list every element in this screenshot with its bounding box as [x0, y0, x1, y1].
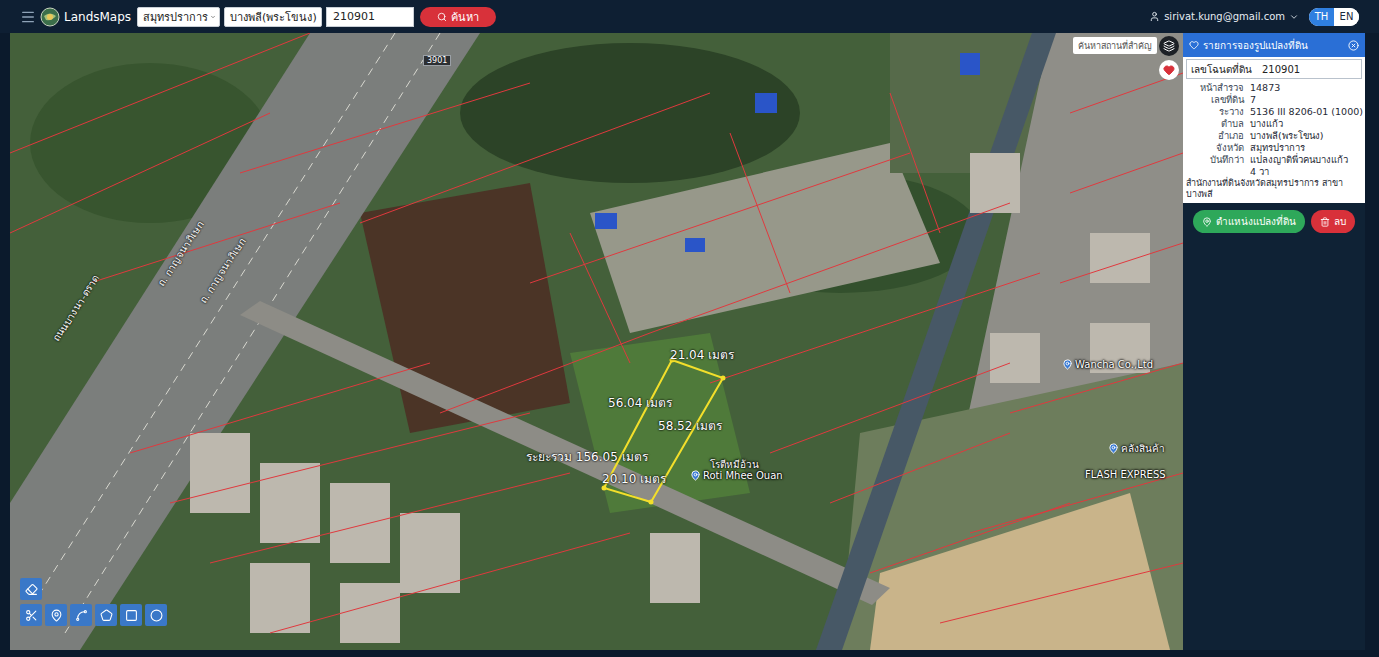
deed-input[interactable]: 210901 [326, 7, 414, 27]
info-row: จังหวัดสมุทรปราการ [1186, 142, 1362, 153]
draw-tool-button[interactable] [70, 604, 92, 626]
chevron-down-icon [1289, 12, 1299, 22]
side-length-label: 20.10 เมตร [602, 469, 666, 488]
top-bar: LandsMaps สมุทรปราการบางพลี(พระโขนง)21090… [0, 0, 1379, 33]
side-length-label: 21.04 เมตร [670, 345, 734, 364]
district-select[interactable]: บางพลี(พระโขนง) [224, 7, 322, 27]
panel-header: รายการจองรูปแปลงที่ดิน [1183, 33, 1365, 57]
logo-icon [40, 7, 60, 27]
chevron-down-icon [210, 12, 216, 22]
menu-button[interactable] [20, 9, 36, 25]
side-length-label: 58.52 เมตร [658, 416, 722, 435]
draw-tool-icon [75, 609, 88, 622]
eraser-icon [25, 583, 38, 596]
draw-tool-icon [125, 609, 138, 622]
draw-tool-icon [50, 609, 63, 622]
heart-icon [1163, 64, 1175, 76]
eraser-button[interactable] [20, 578, 42, 600]
trash-icon [1320, 217, 1330, 227]
draw-tool-icon [100, 609, 113, 622]
place-label: คลังสินค้า [1108, 441, 1165, 456]
search-icon [437, 12, 447, 22]
info-row: ระวาง5136 III 8206-01 (1000) [1186, 106, 1362, 117]
menu-icon [20, 9, 36, 25]
draw-tool-icon [25, 609, 38, 622]
user-menu[interactable]: sirivat.kung@gmail.com [1149, 11, 1299, 22]
province-select[interactable]: สมุทรปราการ [137, 7, 220, 27]
info-row: เลขที่ดิน7 [1186, 94, 1362, 105]
place-pin-icon[interactable] [1062, 359, 1073, 370]
deed-field[interactable]: เลขโฉนดที่ดิน210901 [1186, 59, 1362, 79]
close-icon [1348, 40, 1359, 51]
language-toggle: THEN [1309, 8, 1359, 26]
layers-icon [1163, 40, 1175, 52]
place-label: Wancha Co.,Ltd [1062, 359, 1153, 370]
layers-button[interactable] [1159, 36, 1179, 56]
map-pin-icon [1202, 217, 1212, 227]
draw-tool-button[interactable] [45, 604, 67, 626]
draw-tool-button[interactable] [145, 604, 167, 626]
info-row: อำเภอบางพลี(พระโขนง) [1186, 130, 1362, 141]
locate-button[interactable]: ตำแหน่งแปลงที่ดิน [1193, 210, 1305, 233]
place-search[interactable]: ค้นหาสถานที่สำคัญ [1073, 37, 1157, 54]
place-pin-icon[interactable] [1108, 443, 1119, 454]
delete-button[interactable]: ลบ [1311, 210, 1355, 233]
draw-tool-button[interactable] [120, 604, 142, 626]
side-length-label: 56.04 เมตร [608, 393, 672, 412]
shield-label: 3901 [423, 55, 451, 66]
draw-tool-button[interactable] [95, 604, 117, 626]
info-row: 4 วา [1186, 166, 1362, 177]
user-icon [1149, 11, 1160, 22]
total-distance-label: ระยะรวม 156.05 เมตร [526, 447, 648, 466]
close-button[interactable] [1348, 40, 1359, 51]
brand: LandsMaps [40, 7, 131, 27]
draw-tool-button[interactable] [20, 604, 42, 626]
language-option[interactable]: TH [1309, 8, 1334, 26]
place-pin-icon[interactable] [690, 470, 701, 481]
landsmaps-page: LandsMaps สมุทรปราการบางพลี(พระโขนง)21090… [0, 0, 1379, 657]
info-row: ตำบลบางแก้ว [1186, 118, 1362, 129]
satellite-map[interactable] [10, 33, 1183, 650]
caption-label: FLASH EXPRESS [1085, 469, 1166, 480]
map-canvas[interactable]: 3901ถ. กาญจนาภิเษกถ. กาญจนาภิเษกถนนบางนา… [10, 33, 1183, 650]
heart-icon [1189, 40, 1199, 50]
draw-tool-icon [150, 609, 163, 622]
search-button[interactable]: ค้นหา [420, 7, 496, 27]
favorite-button[interactable] [1159, 60, 1179, 80]
info-row: บันทึกว่าแปลงญาติพี่วคนบางแก้ว [1186, 154, 1362, 165]
parcel-panel: รายการจองรูปแปลงที่ดินเลขโฉนดที่ดิน21090… [1183, 33, 1365, 650]
place-label: Roti Mhee Ouan [690, 470, 783, 481]
caption-label: โรตีหมีอ้วน [710, 457, 759, 472]
info-row: หน้าสำรวจ14873 [1186, 82, 1362, 93]
language-option[interactable]: EN [1334, 8, 1359, 26]
draw-toolbox [20, 578, 167, 626]
office-line: สำนักงานที่ดินจังหวัดสมุทรปราการ สาขาบาง… [1186, 178, 1362, 200]
